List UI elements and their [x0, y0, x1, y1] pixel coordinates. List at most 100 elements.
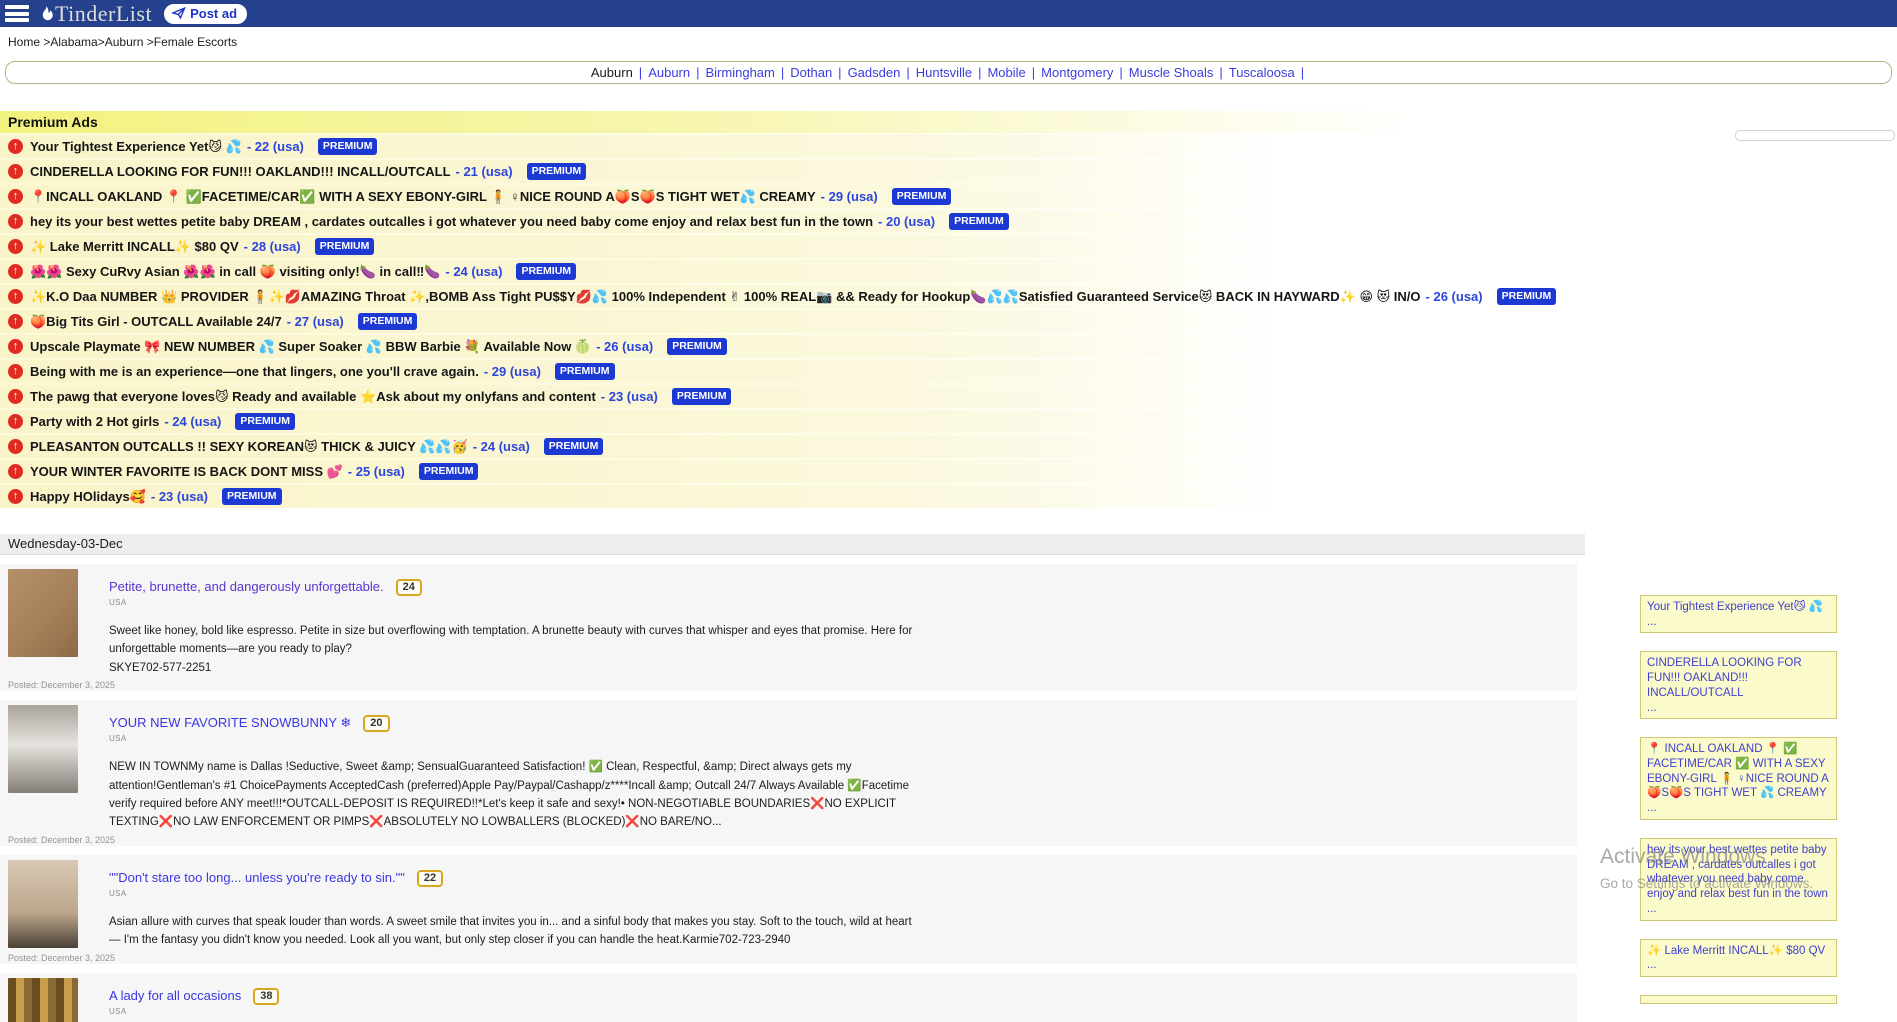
premium-ads-section: Premium Ads ↑ Your Tightest Experience Ye…	[0, 111, 1580, 508]
sidebar-ad-more: ...	[1647, 902, 1830, 917]
premium-badge[interactable]: PREMIUM	[544, 438, 604, 455]
listing-title[interactable]: ""Don't stare too long... unless you're …	[109, 870, 405, 885]
premium-badge[interactable]: PREMIUM	[892, 188, 952, 205]
up-arrow-icon: ↑	[8, 164, 23, 179]
premium-badge[interactable]: PREMIUM	[222, 488, 282, 505]
premium-ad-row: ↑ Upscale Playmate 🎀 NEW NUMBER 💦 Super S…	[0, 335, 1580, 358]
premium-ad-title[interactable]: Upscale Playmate 🎀 NEW NUMBER 💦 Super So…	[30, 339, 591, 355]
sidebar-ad-title[interactable]: hey its your best wettes petite baby DRE…	[1647, 844, 1828, 900]
city-separator: |	[838, 65, 841, 80]
city-separator: |	[1119, 65, 1122, 80]
sidebar-ad-title[interactable]: 📍 INCALL OAKLAND 📍 ✅ FACETIME/CAR ✅ WITH…	[1647, 743, 1829, 799]
premium-ad-age: - 29 (usa)	[484, 364, 541, 379]
site-logo[interactable]: TinderList	[39, 3, 152, 25]
premium-ad-title[interactable]: ✨ Lake Merritt INCALL✨ $80 QV	[30, 239, 239, 255]
city-link[interactable]: Huntsville	[916, 65, 972, 80]
sidebar-ad: 📍 INCALL OAKLAND 📍 ✅ FACETIME/CAR ✅ WITH…	[1640, 737, 1837, 820]
premium-badge[interactable]: PREMIUM	[1497, 288, 1557, 305]
premium-badge[interactable]: PREMIUM	[419, 463, 479, 480]
listing-title-line: ""Don't stare too long... unless you're …	[109, 869, 924, 887]
city-link[interactable]: Auburn	[648, 65, 690, 80]
premium-ad-title[interactable]: Your Tightest Experience Yet😼 💦	[30, 139, 242, 155]
premium-badge[interactable]: PREMIUM	[235, 413, 295, 430]
listing-title-line: A lady for all occasions38	[109, 987, 279, 1005]
premium-badge[interactable]: PREMIUM	[358, 313, 418, 330]
premium-ad-title[interactable]: 📍INCALL OAKLAND 📍 ✅FACETIME/CAR✅ WITH A …	[30, 189, 816, 205]
listing-description: Sweet like honey, bold like espresso. Pe…	[109, 622, 924, 677]
sidebar-ad: ✨ Lake Merritt INCALL✨ $80 QV...	[1640, 939, 1837, 977]
city-link[interactable]: Dothan	[790, 65, 832, 80]
listing-thumbnail[interactable]	[8, 978, 78, 1022]
sidebar-ad-title[interactable]: CINDERELLA LOOKING FOR FUN!!! OAKLAND!!!…	[1647, 657, 1802, 698]
country-label: USA	[109, 889, 924, 898]
up-arrow-icon: ↑	[8, 339, 23, 354]
city-link[interactable]: Gadsden	[848, 65, 901, 80]
up-arrow-icon: ↑	[8, 364, 23, 379]
city-link[interactable]: Montgomery	[1041, 65, 1113, 80]
sidebar-premium-list: Your Tightest Experience Yet😼 💦... CINDER…	[1640, 595, 1837, 1022]
menu-icon[interactable]	[5, 5, 29, 22]
premium-ad-row: ↑🌺🌺 Sexy CuRvy Asian 🌺🌺 in call 🍑 visiti…	[0, 260, 1580, 283]
description-line: Asian allure with curves that speak loud…	[109, 913, 924, 950]
sidebar-ad-partial	[1640, 995, 1837, 1004]
description-line: SKYE702-577-2251	[109, 659, 924, 677]
premium-ad-row: ↑hey its your best wettes petite baby DR…	[0, 210, 1580, 233]
flame-icon	[39, 5, 54, 23]
breadcrumb-link[interactable]: Alabama	[50, 35, 97, 49]
premium-ad-title[interactable]: The pawg that everyone loves😼 Ready and …	[30, 389, 596, 405]
city-separator: |	[1032, 65, 1035, 80]
premium-ad-title[interactable]: Being with me is an experience—one that …	[30, 364, 479, 379]
premium-ad-age: - 23 (usa)	[601, 389, 658, 404]
posted-date: Posted: December 3, 2025	[8, 680, 115, 690]
listing-thumbnail[interactable]	[8, 569, 78, 657]
premium-badge[interactable]: PREMIUM	[555, 363, 615, 380]
premium-badge[interactable]: PREMIUM	[667, 338, 727, 355]
premium-ad-title[interactable]: ✨K.O Daa NUMBER 👑 PROVIDER 🧍✨💋AMAZING Th…	[30, 289, 1421, 305]
premium-ad-title[interactable]: 🌺🌺 Sexy CuRvy Asian 🌺🌺 in call 🍑 visitin…	[30, 264, 440, 280]
listing-thumbnail[interactable]	[8, 705, 78, 793]
sidebar-ad-title[interactable]: Your Tightest Experience Yet😼 💦	[1647, 601, 1823, 613]
listing-title-line: Petite, brunette, and dangerously unforg…	[109, 578, 924, 596]
premium-ad-row: ↑PLEASANTON OUTCALLS !! SEXY KOREAN😻 THI…	[0, 435, 1580, 458]
listing-title[interactable]: YOUR NEW FAVORITE SNOWBUNNY ❄	[109, 715, 351, 730]
country-label: USA	[109, 734, 924, 743]
premium-ad-title[interactable]: Happy HOlidays🥰	[30, 489, 146, 505]
premium-badge[interactable]: PREMIUM	[672, 388, 732, 405]
breadcrumb-link[interactable]: Home	[8, 35, 40, 49]
city-link[interactable]: Mobile	[987, 65, 1025, 80]
listing-description: NEW IN TOWNMy name is Dallas !Seductive,…	[109, 758, 924, 832]
floating-scrollbar[interactable]	[1735, 130, 1895, 141]
listing-title[interactable]: Petite, brunette, and dangerously unforg…	[109, 579, 384, 594]
premium-ads-header: Premium Ads	[0, 111, 1580, 133]
up-arrow-icon: ↑	[8, 389, 23, 404]
breadcrumb-link[interactable]: Auburn	[105, 35, 144, 49]
premium-ad-title[interactable]: Party with 2 Hot girls	[30, 414, 159, 429]
premium-badge[interactable]: PREMIUM	[318, 138, 378, 155]
post-ad-button[interactable]: Post ad	[164, 4, 247, 24]
premium-ad-age: - 26 (usa)	[596, 339, 653, 354]
city-links-bar: Auburn|Auburn|Birmingham|Dothan|Gadsden|…	[5, 61, 1892, 84]
listing-title-line: YOUR NEW FAVORITE SNOWBUNNY ❄20	[109, 714, 924, 732]
sidebar-ad-title[interactable]: ✨ Lake Merritt INCALL✨ $80 QV	[1647, 945, 1825, 957]
premium-ad-row: ↑✨ Lake Merritt INCALL✨ $80 QV- 28 (usa)…	[0, 235, 1580, 258]
premium-badge[interactable]: PREMIUM	[949, 213, 1009, 230]
listing-title[interactable]: A lady for all occasions	[109, 988, 241, 1003]
up-arrow-icon: ↑	[8, 464, 23, 479]
premium-ad-title[interactable]: YOUR WINTER FAVORITE IS BACK DONT MISS 💕	[30, 464, 343, 480]
premium-ad-title[interactable]: 🍑Big Tits Girl - OUTCALL Available 24/7	[30, 314, 282, 330]
premium-ad-title[interactable]: PLEASANTON OUTCALLS !! SEXY KOREAN😻 THIC…	[30, 439, 468, 455]
premium-badge[interactable]: PREMIUM	[516, 263, 576, 280]
premium-ad-title[interactable]: CINDERELLA LOOKING FOR FUN!!! OAKLAND!!!…	[30, 164, 451, 179]
city-link[interactable]: Birmingham	[706, 65, 775, 80]
premium-badge[interactable]: PREMIUM	[527, 163, 587, 180]
city-link[interactable]: Tuscaloosa	[1229, 65, 1295, 80]
city-link[interactable]: Muscle Shoals	[1129, 65, 1214, 80]
date-header: Wednesday-03-Dec	[0, 534, 1585, 555]
breadcrumb-separator: >	[98, 35, 105, 49]
post-ad-label: Post ad	[190, 6, 237, 21]
premium-badge[interactable]: PREMIUM	[315, 238, 375, 255]
breadcrumb-link[interactable]: Female Escorts	[154, 35, 237, 49]
listing-thumbnail[interactable]	[8, 860, 78, 948]
premium-ad-title[interactable]: hey its your best wettes petite baby DRE…	[30, 214, 873, 229]
premium-ad-row: ↑ Being with me is an experience—one that…	[0, 360, 1580, 383]
